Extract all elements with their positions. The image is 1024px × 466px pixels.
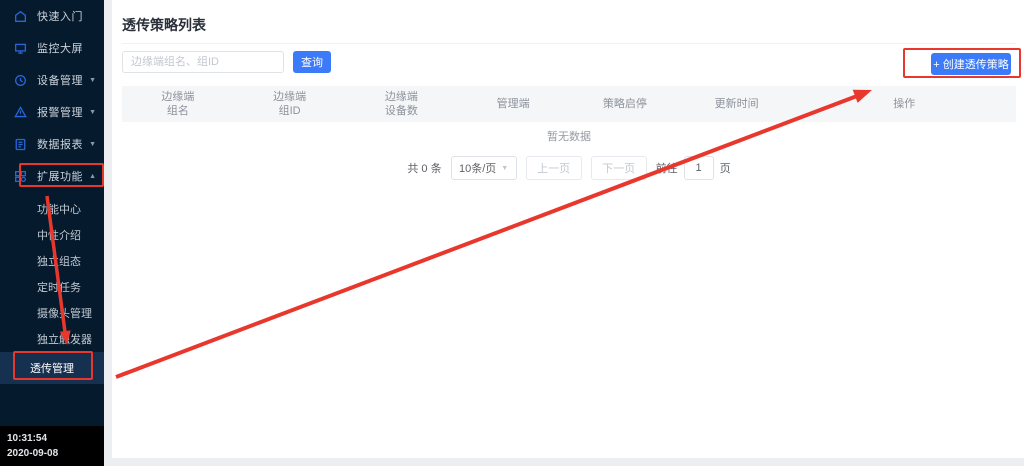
create-passthrough-strategy-button[interactable]: + 创建透传策略 bbox=[931, 53, 1011, 75]
goto-prefix-label: 前往 bbox=[656, 160, 678, 176]
clock-date: 2020-09-08 bbox=[7, 446, 104, 461]
chevron-down-icon: ▼ bbox=[501, 165, 508, 172]
alarm-bell-icon bbox=[13, 105, 27, 119]
report-document-icon bbox=[13, 137, 27, 151]
page-number-input[interactable] bbox=[684, 156, 714, 180]
prev-page-button[interactable]: 上一页 bbox=[526, 156, 582, 180]
sidebar-item-quick-start[interactable]: 快速入门 bbox=[0, 0, 104, 32]
sidebar-item-label: 报警管理 bbox=[37, 104, 83, 120]
goto-suffix-label: 页 bbox=[720, 160, 731, 176]
column-header-edge-group-id: 边缘端 组ID bbox=[234, 90, 346, 118]
sidebar-menu: 快速入门 监控大屏 设备管理 ▼ 报警管理 ▼ bbox=[0, 0, 104, 192]
title-divider bbox=[122, 43, 1016, 44]
chevron-up-icon: ▲ bbox=[89, 173, 96, 180]
submenu-item-independent-trigger[interactable]: 独立触发器 bbox=[0, 326, 104, 352]
goto-page-group: 前往 页 bbox=[656, 156, 731, 180]
clock-time: 10:31:54 bbox=[7, 431, 104, 446]
page-title: 透传策略列表 bbox=[122, 15, 206, 35]
submenu-item-scheduled-tasks[interactable]: 定时任务 bbox=[0, 274, 104, 300]
query-button[interactable]: 查询 bbox=[293, 51, 331, 73]
column-header-management-end: 管理端 bbox=[457, 97, 569, 111]
home-icon bbox=[13, 9, 27, 23]
sidebar: 快速入门 监控大屏 设备管理 ▼ 报警管理 ▼ bbox=[0, 0, 104, 466]
sidebar-item-label: 扩展功能 bbox=[37, 168, 83, 184]
sidebar-item-data-reports[interactable]: 数据报表 ▼ bbox=[0, 128, 104, 160]
sidebar-item-device-management[interactable]: 设备管理 ▼ bbox=[0, 64, 104, 96]
submenu-item-passthrough-management[interactable]: 透传管理 bbox=[0, 352, 104, 384]
submenu-item-camera-management[interactable]: 摄像头管理 bbox=[0, 300, 104, 326]
empty-data-text: 暂无数据 bbox=[122, 128, 1016, 144]
sidebar-item-label: 监控大屏 bbox=[37, 40, 83, 56]
column-header-update-time: 更新时间 bbox=[681, 97, 793, 111]
page-size-select[interactable]: 10条/页 ▼ bbox=[451, 156, 517, 180]
chevron-down-icon: ▼ bbox=[89, 141, 96, 148]
column-header-operation: 操作 bbox=[793, 97, 1017, 111]
sidebar-item-monitor-screen[interactable]: 监控大屏 bbox=[0, 32, 104, 64]
next-page-button[interactable]: 下一页 bbox=[591, 156, 647, 180]
device-clock-icon bbox=[13, 73, 27, 87]
monitor-icon bbox=[13, 41, 27, 55]
submenu-item-independent-config[interactable]: 独立组态 bbox=[0, 248, 104, 274]
column-header-edge-group-name: 边缘端 组名 bbox=[122, 90, 234, 118]
submenu-item-neutral-intro[interactable]: 中性介绍 bbox=[0, 222, 104, 248]
column-header-strategy-toggle: 策略启停 bbox=[569, 97, 681, 111]
main-content: 透传策略列表 查询 + 创建透传策略 边缘端 组名 边缘端 组ID 边缘端 设备… bbox=[112, 0, 1024, 458]
sidebar-clock: 10:31:54 2020-09-08 bbox=[0, 426, 104, 466]
submenu-item-function-center[interactable]: 功能中心 bbox=[0, 196, 104, 222]
extension-grid-icon bbox=[13, 169, 27, 183]
sidebar-item-label: 设备管理 bbox=[37, 72, 83, 88]
sidebar-item-extended-functions[interactable]: 扩展功能 ▲ bbox=[0, 160, 104, 192]
sidebar-item-label: 数据报表 bbox=[37, 136, 83, 152]
search-input[interactable] bbox=[122, 51, 284, 73]
pagination-total: 共 0 条 bbox=[407, 160, 441, 176]
sidebar-submenu: 功能中心 中性介绍 独立组态 定时任务 摄像头管理 独立触发器 透传管理 bbox=[0, 196, 104, 384]
chevron-down-icon: ▼ bbox=[89, 77, 96, 84]
sidebar-item-label: 快速入门 bbox=[37, 8, 83, 24]
app-root: 快速入门 监控大屏 设备管理 ▼ 报警管理 ▼ bbox=[0, 0, 1024, 466]
column-header-edge-device-count: 边缘端 设备数 bbox=[346, 90, 458, 118]
table-header: 边缘端 组名 边缘端 组ID 边缘端 设备数 管理端 策略启停 更新时间 操作 bbox=[122, 86, 1016, 122]
sidebar-item-alarm-management[interactable]: 报警管理 ▼ bbox=[0, 96, 104, 128]
pagination: 共 0 条 10条/页 ▼ 上一页 下一页 前往 页 bbox=[122, 156, 1016, 180]
chevron-down-icon: ▼ bbox=[89, 109, 96, 116]
